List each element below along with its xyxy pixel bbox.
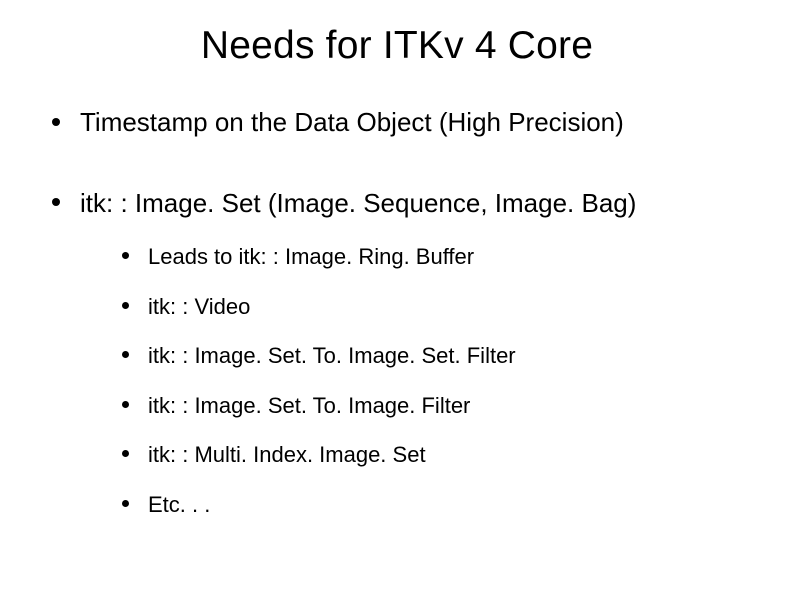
list-item-text: itk: : Video <box>148 294 250 319</box>
slide: Needs for ITKv 4 Core Timestamp on the D… <box>0 0 794 595</box>
list-item: itk: : Image. Set. To. Image. Set. Filte… <box>122 342 754 370</box>
list-item: itk: : Image. Set. To. Image. Filter <box>122 392 754 420</box>
list-item-text: Leads to itk: : Image. Ring. Buffer <box>148 244 474 269</box>
bullet-list: Timestamp on the Data Object (High Preci… <box>40 106 754 518</box>
slide-title: Needs for ITKv 4 Core <box>40 24 754 68</box>
list-item-text: Etc. . . <box>148 492 210 517</box>
sub-bullet-list: Leads to itk: : Image. Ring. Buffer itk:… <box>80 243 754 518</box>
list-item-text: Timestamp on the Data Object (High Preci… <box>80 107 624 137</box>
list-item-text: itk: : Image. Set (Image. Sequence, Imag… <box>80 188 636 218</box>
list-item: Timestamp on the Data Object (High Preci… <box>52 106 754 139</box>
list-item-text: itk: : Image. Set. To. Image. Set. Filte… <box>148 343 516 368</box>
list-item: Etc. . . <box>122 491 754 519</box>
list-item: itk: : Video <box>122 293 754 321</box>
list-item: Leads to itk: : Image. Ring. Buffer <box>122 243 754 271</box>
list-item-text: itk: : Image. Set. To. Image. Filter <box>148 393 470 418</box>
list-item-text: itk: : Multi. Index. Image. Set <box>148 442 426 467</box>
list-item: itk: : Multi. Index. Image. Set <box>122 441 754 469</box>
list-item: itk: : Image. Set (Image. Sequence, Imag… <box>52 187 754 519</box>
